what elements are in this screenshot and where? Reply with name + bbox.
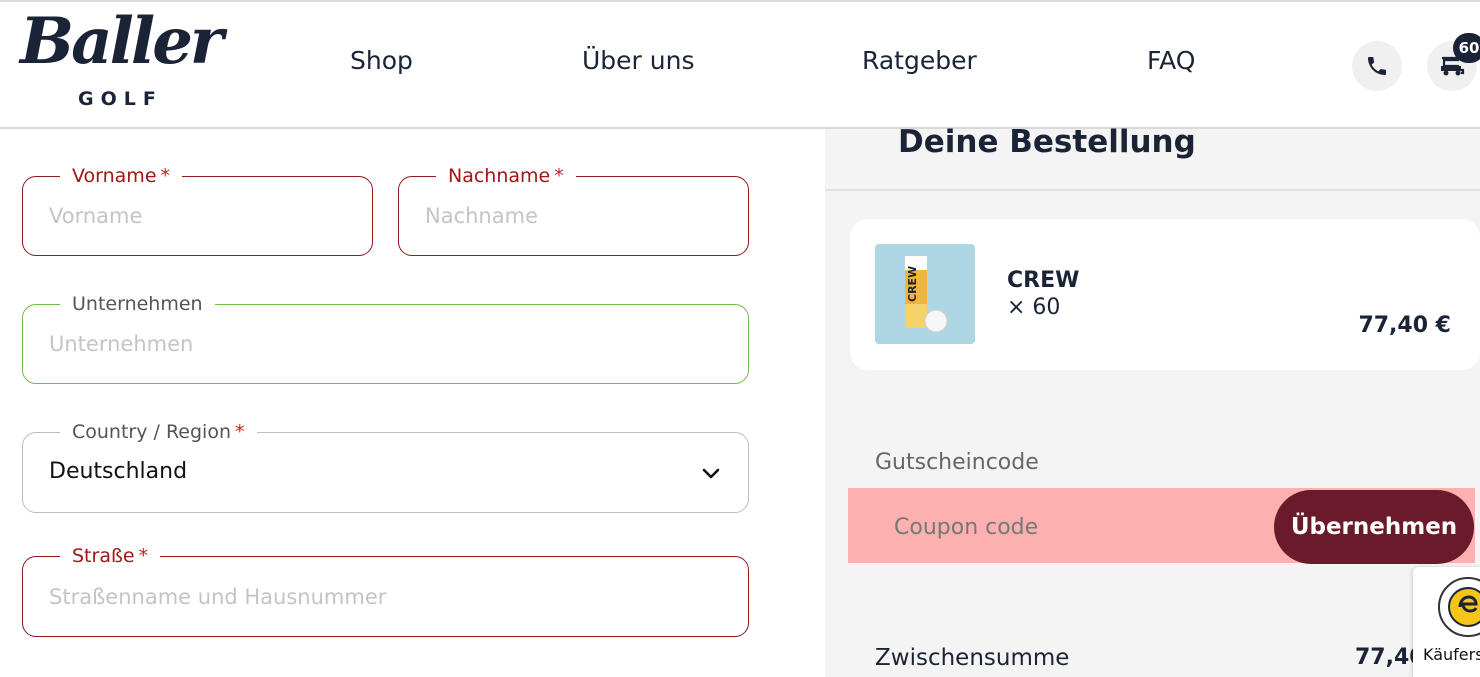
cart-count-badge: 60	[1453, 33, 1480, 63]
brand-logo[interactable]: Baller GOLF	[20, 4, 224, 114]
trust-widget-text: Käufers	[1423, 645, 1480, 664]
first-name-input[interactable]	[49, 177, 346, 255]
logo-subtitle: GOLF	[78, 88, 163, 110]
subtotal-label: Zwischensumme	[875, 645, 1070, 671]
chevron-down-icon	[702, 468, 720, 479]
coupon-label: Gutscheincode	[875, 450, 1039, 475]
company-field[interactable]: Unternehmen	[22, 292, 749, 384]
product-name: CREW	[1007, 268, 1080, 293]
phone-icon	[1368, 57, 1386, 75]
order-title: Deine Bestellung	[898, 124, 1196, 160]
country-label: Country / Region *	[60, 420, 257, 444]
product-price: 77,40 €	[1358, 313, 1451, 338]
last-name-field[interactable]: Nachname *	[398, 164, 749, 256]
golf-ball-box-icon: CREW	[905, 256, 948, 333]
company-input[interactable]	[49, 305, 722, 383]
order-divider	[825, 189, 1480, 191]
trusted-shops-widget[interactable]: Käufers	[1413, 567, 1480, 677]
order-summary-panel	[825, 129, 1480, 677]
country-selected-value: Deutschland	[49, 459, 188, 484]
street-field[interactable]: Straße *	[22, 544, 749, 637]
trusted-shops-seal-icon	[1438, 577, 1480, 637]
street-input[interactable]	[49, 557, 722, 636]
apply-coupon-button[interactable]: Übernehmen	[1274, 490, 1474, 564]
nav-shop[interactable]: Shop	[350, 46, 413, 75]
nav-guide[interactable]: Ratgeber	[862, 46, 977, 75]
product-quantity: × 60	[1007, 295, 1061, 320]
first-name-field[interactable]: Vorname *	[22, 164, 373, 256]
logo-script-text: Baller	[20, 4, 224, 79]
last-name-input[interactable]	[425, 177, 722, 255]
phone-button[interactable]	[1352, 41, 1402, 91]
nav-about[interactable]: Über uns	[582, 46, 695, 75]
nav-faq[interactable]: FAQ	[1147, 46, 1195, 75]
country-select[interactable]: Country / Region * Deutschland	[22, 420, 749, 513]
coupon-input[interactable]	[894, 508, 1254, 546]
product-image: CREW	[875, 244, 975, 344]
thumb-brand-text: CREW	[906, 266, 919, 302]
site-header: Baller GOLF Shop Über uns Ratgeber FAQ	[0, 2, 1480, 129]
